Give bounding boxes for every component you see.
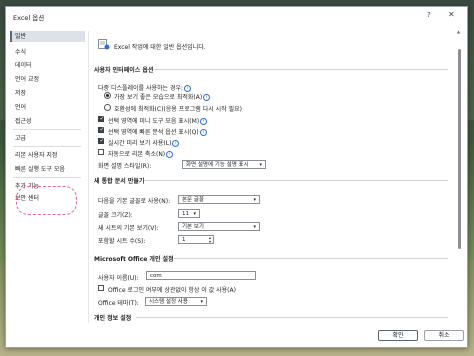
options-scrollbar[interactable]: ▲ <box>457 29 462 321</box>
username-label: 사용자 이름(U): <box>98 275 139 282</box>
info-icon: i <box>166 151 174 158</box>
panel-divider <box>88 31 89 323</box>
chevron-down-icon: ▾ <box>193 211 196 217</box>
sidebar-divider <box>13 129 81 130</box>
sheet-count-spinner[interactable]: 1 ▴ ▾ <box>178 235 214 244</box>
checkbox-always-use-values[interactable] <box>98 285 104 291</box>
sidebar-item-formulas[interactable]: 수식 <box>11 47 85 58</box>
username-input[interactable]: com <box>146 271 256 280</box>
sidebar-item-general[interactable]: 일반 <box>10 31 85 42</box>
tooltip-style-label: 화면 설명 스타일(R): <box>98 163 152 170</box>
section-new-workbook: 새 통합 문서 만들기 <box>94 178 145 185</box>
live-preview-label: 실시간 미리 보기 사용(L) i <box>108 138 180 147</box>
title-bar: Excel 옵션 ? ✕ <box>6 7 467 25</box>
close-button[interactable]: ✕ <box>448 10 455 19</box>
general-options-panel: Excel 작업에 대한 일반 옵션입니다. 사용자 인터페이스 옵션 다중 디… <box>92 29 454 323</box>
default-font-select[interactable]: 본문 글꼴 ▾ <box>178 195 260 204</box>
font-size-label: 글꼴 크기(Z): <box>98 212 133 219</box>
options-sidebar: 일반 수식 데이터 언어 교정 저장 언어 접근성 고급 리본 사용자 지정 빠… <box>10 31 85 321</box>
chevron-down-icon: ▾ <box>200 299 203 305</box>
section-personalize: Microsoft Office 개인 설정 <box>94 256 174 263</box>
always-use-values-label: Office 로그인 여부에 상관없이 항상 이 값 사용(A) <box>108 287 236 294</box>
sidebar-item-accessibility[interactable]: 접근성 <box>11 116 85 127</box>
info-icon: i <box>203 94 211 101</box>
section-divider <box>154 69 448 70</box>
sidebar-item-proofing[interactable]: 언어 교정 <box>11 74 85 85</box>
collapse-ribbon-label: 자동으로 리본 축소(N) i <box>108 149 174 158</box>
sidebar-item-customize-ribbon[interactable]: 리본 사용자 지정 <box>11 150 85 161</box>
font-size-select[interactable]: 11 ▾ <box>178 209 200 218</box>
dialog-title: Excel 옵션 <box>13 14 45 22</box>
excel-options-dialog: Excel 옵션 ? ✕ 일반 수식 데이터 언어 교정 저장 언어 접근성 고… <box>5 6 468 348</box>
scrollbar-thumb[interactable] <box>458 49 461 249</box>
default-view-label: 새 시트의 기본 보기(V): <box>98 225 159 232</box>
cancel-button[interactable]: 취소 <box>424 330 464 341</box>
checkbox-mini-toolbar[interactable] <box>98 115 105 122</box>
info-icon: i <box>200 118 208 125</box>
checkbox-live-preview[interactable] <box>98 137 105 144</box>
sidebar-item-data[interactable]: 데이터 <box>11 60 85 71</box>
multi-display-label: 다중 디스플레이를 사용하는 경우: i <box>98 83 192 92</box>
section-divider <box>144 180 448 181</box>
office-theme-select[interactable]: 시스템 설정 사용 ▾ <box>145 297 207 306</box>
sidebar-item-save[interactable]: 저장 <box>11 88 85 99</box>
chevron-down-icon: ▾ <box>259 162 262 168</box>
sidebar-item-advanced[interactable]: 고급 <box>11 133 85 144</box>
default-font-label: 다음을 기본 글꼴로 사용(N): <box>98 198 171 205</box>
trust-center-highlight <box>16 186 77 215</box>
office-theme-label: Office 테마(T): <box>98 300 139 307</box>
section-privacy: 개인 정보 설정 <box>94 315 132 322</box>
intro-text: Excel 작업에 대한 일반 옵션입니다. <box>114 44 206 51</box>
quick-analysis-label: 선택 영역에 빠른 분석 옵션 표시(Q) i <box>108 127 207 136</box>
sidebar-item-quick-access-toolbar[interactable]: 빠른 실행 도구 모음 <box>11 164 85 175</box>
mini-toolbar-label: 선택 영역에 미니 도구 모음 표시(M) i <box>108 116 208 125</box>
radio-optimize-appearance[interactable] <box>104 92 111 99</box>
checkbox-quick-analysis[interactable] <box>98 126 105 133</box>
section-divider <box>136 317 448 318</box>
info-icon: i <box>184 85 192 92</box>
chevron-down-icon: ▾ <box>253 197 256 203</box>
tooltip-style-select[interactable]: 화면 설명에 기능 설명 표시 ▾ <box>182 160 266 169</box>
radio-optimize-compat[interactable] <box>104 104 111 111</box>
default-view-select[interactable]: 기본 보기 ▾ <box>178 222 260 231</box>
checkbox-collapse-ribbon[interactable] <box>98 149 104 155</box>
info-icon: i <box>199 129 207 136</box>
section-divider <box>174 258 448 259</box>
spinner-arrows-icon[interactable]: ▴ ▾ <box>209 236 211 244</box>
ok-button[interactable]: 확인 <box>378 330 418 341</box>
chevron-down-icon: ▾ <box>253 224 256 230</box>
sidebar-divider <box>13 146 81 147</box>
sidebar-item-language[interactable]: 언어 <box>11 102 85 113</box>
radio-optimize-compat-label: 호환성에 최적화(C)(응용 프로그램 다시 시작 필요) <box>114 106 242 113</box>
info-icon: i <box>172 140 180 147</box>
sidebar-divider <box>13 177 81 178</box>
radio-optimize-appearance-label: 가장 보기 좋은 모습으로 최적화(A) i <box>114 92 211 101</box>
scroll-up-icon[interactable]: ▲ <box>457 29 460 34</box>
help-button[interactable]: ? <box>427 11 431 19</box>
general-options-icon <box>98 39 110 50</box>
sheet-count-label: 포함할 시트 수(S): <box>98 238 146 245</box>
section-ui-options: 사용자 인터페이스 옵션 <box>94 67 154 74</box>
